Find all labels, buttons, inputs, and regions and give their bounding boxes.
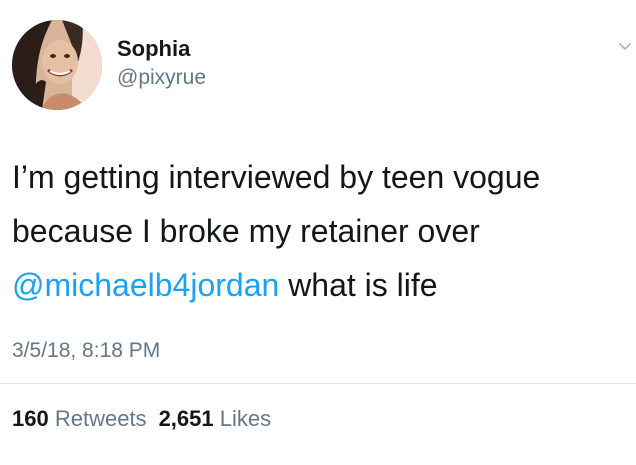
retweets-count: 160 <box>12 406 49 431</box>
display-name[interactable]: Sophia <box>117 36 190 62</box>
chevron-down-icon[interactable] <box>618 40 632 54</box>
likes-stat[interactable]: 2,651 Likes <box>159 406 272 431</box>
retweets-stat[interactable]: 160 Retweets <box>12 406 147 431</box>
tweet-text-part2: what is life <box>279 267 438 303</box>
tweet-card: Sophia @pixyrue I’m getting interviewed … <box>0 0 636 465</box>
likes-label: Likes <box>219 406 272 431</box>
retweets-label: Retweets <box>54 406 147 431</box>
likes-count: 2,651 <box>158 406 214 431</box>
profile-photo <box>12 20 102 110</box>
avatar[interactable] <box>12 20 102 110</box>
divider <box>0 383 636 384</box>
tweet-stats: 160 Retweets 2,651 Likes <box>12 406 271 432</box>
tweet-timestamp[interactable]: 3/5/18, 8:18 PM <box>12 339 160 363</box>
mention-link[interactable]: @michaelb4jordan <box>12 267 279 303</box>
user-handle[interactable]: @pixyrue <box>117 66 206 90</box>
tweet-text-part1: I’m getting interviewed by teen vogue be… <box>12 159 541 249</box>
tweet-text: I’m getting interviewed by teen vogue be… <box>12 150 624 312</box>
